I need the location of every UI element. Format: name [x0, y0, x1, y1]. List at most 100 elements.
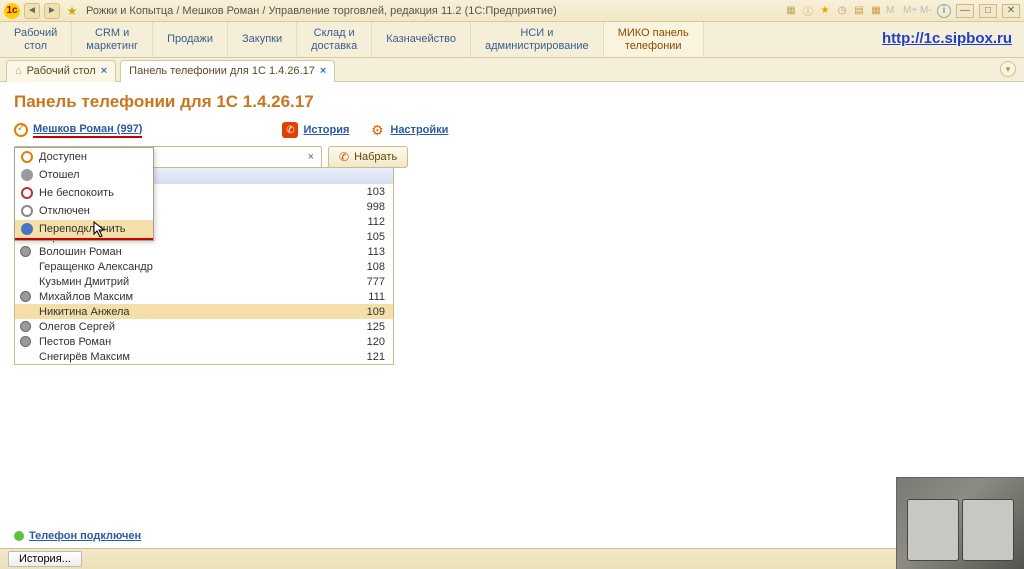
clear-icon[interactable]: ×	[305, 151, 317, 163]
page-content: Панель телефонии для 1С 1.4.26.17 Мешков…	[0, 82, 1024, 548]
contact-number: 120	[333, 336, 393, 348]
presence-cell	[15, 261, 35, 272]
titlebar-tools: ▦ ⓘ ★ ◷ ▤ ▦ M M+ M- i — □ ✕	[784, 4, 1020, 18]
tab-telephony-panel[interactable]: Панель телефонии для 1С 1.4.26.17 ×	[120, 60, 335, 82]
main-nav: Рабочий стол CRM и маркетинг Продажи Зак…	[0, 22, 1024, 58]
tabs-bar: ⌂ Рабочий стол × Панель телефонии для 1С…	[0, 58, 1024, 82]
tab-desktop-label: Рабочий стол	[27, 65, 96, 77]
away-dot-icon	[21, 169, 33, 181]
presence-cell	[15, 351, 35, 362]
table-row[interactable]: Геращенко Александр108	[15, 259, 393, 274]
nav-treasury[interactable]: Казначейство	[372, 22, 471, 57]
nav-telephony[interactable]: МИКО панель телефонии	[604, 22, 704, 57]
current-user-link[interactable]: Мешков Роман (997)	[33, 123, 142, 138]
presence-cell	[15, 291, 35, 302]
status-menu: Доступен Отошел Не беспокоить Отключен П…	[14, 147, 154, 241]
settings-chunk[interactable]: ⚙ Настройки	[369, 122, 448, 138]
contact-name: Волошин Роман	[35, 246, 333, 258]
contact-name: Геращенко Александр	[35, 261, 333, 273]
contact-number: 998	[333, 201, 393, 213]
nav-sales[interactable]: Продажи	[153, 22, 228, 57]
table-row[interactable]: Никитина Анжела109	[15, 304, 393, 319]
online-dot-icon	[14, 531, 24, 541]
user-status-chunk[interactable]: Мешков Роман (997) Доступен Отошел Не бе…	[14, 123, 142, 138]
window-titlebar: 1c ◄ ► ★ Рожки и Копытца / Мешков Роман …	[0, 0, 1024, 22]
bottom-bar: История...	[0, 548, 1024, 569]
nav-purchases[interactable]: Закупки	[228, 22, 297, 57]
star2-icon[interactable]: ★	[818, 4, 832, 18]
ip-phone-photo	[896, 477, 1024, 569]
tabs-dropdown-icon[interactable]: ▾	[1000, 61, 1016, 77]
offline-dot-icon	[21, 205, 33, 217]
close-button[interactable]: ✕	[1002, 4, 1020, 18]
calendar-icon[interactable]: ▦	[869, 4, 883, 18]
connection-status[interactable]: Телефон подключен	[14, 530, 141, 542]
phone-icon: ✆	[339, 150, 349, 164]
presence-icon	[20, 246, 31, 257]
status-available-icon	[14, 123, 28, 137]
history-icon: ✆	[282, 122, 298, 138]
status-reconnect[interactable]: Переподключить	[15, 220, 153, 238]
calc-icon[interactable]: ▤	[852, 4, 866, 18]
presence-icon	[20, 321, 31, 332]
connection-status-label: Телефон подключен	[29, 530, 141, 542]
presence-cell	[15, 246, 35, 257]
table-row[interactable]: Олегов Сергей125	[15, 319, 393, 334]
forward-icon[interactable]: ►	[44, 3, 60, 19]
status-available[interactable]: Доступен	[15, 148, 153, 166]
gear-icon: ⚙	[369, 122, 385, 138]
contact-number: 113	[333, 246, 393, 258]
settings-link[interactable]: Настройки	[390, 124, 448, 136]
tab-desktop-close[interactable]: ×	[101, 65, 107, 77]
table-row[interactable]: Пестов Роман120	[15, 334, 393, 349]
status-away[interactable]: Отошел	[15, 166, 153, 184]
info-icon[interactable]: ⓘ	[801, 4, 815, 18]
nav-nsi[interactable]: НСИ и администрирование	[471, 22, 604, 57]
desktop-tab-icon: ⌂	[15, 65, 22, 77]
presence-cell	[15, 306, 35, 317]
contact-number: 125	[333, 321, 393, 333]
contact-name: Михайлов Максим	[35, 291, 333, 303]
nav-warehouse[interactable]: Склад и доставка	[297, 22, 372, 57]
dnd-dot-icon	[21, 187, 33, 199]
red-underline-bottom	[15, 238, 153, 240]
m-icon[interactable]: M	[886, 5, 900, 16]
contact-name: Кузьмин Дмитрий	[35, 276, 333, 288]
contact-number: 108	[333, 261, 393, 273]
sipbox-link[interactable]: http://1c.sipbox.ru	[870, 22, 1024, 57]
table-row[interactable]: Михайлов Максим111	[15, 289, 393, 304]
minimize-button[interactable]: —	[956, 4, 974, 18]
history-chunk[interactable]: ✆ История	[282, 122, 349, 138]
dial-button[interactable]: ✆ Набрать	[328, 146, 408, 168]
status-offline[interactable]: Отключен	[15, 202, 153, 220]
tab-telephony-close[interactable]: ×	[320, 65, 326, 77]
back-icon[interactable]: ◄	[24, 3, 40, 19]
reconnect-icon	[21, 223, 33, 235]
favorite-icon[interactable]: ★	[64, 4, 80, 18]
m-plus-icon[interactable]: M+	[903, 5, 917, 16]
contact-number: 105	[333, 231, 393, 243]
presence-cell	[15, 321, 35, 332]
status-dnd[interactable]: Не беспокоить	[15, 184, 153, 202]
table-row[interactable]: Волошин Роман113	[15, 244, 393, 259]
contact-name: Олегов Сергей	[35, 321, 333, 333]
table-row[interactable]: Кузьмин Дмитрий777	[15, 274, 393, 289]
table-row[interactable]: Снегирёв Максим121	[15, 349, 393, 364]
contact-number: 121	[333, 351, 393, 363]
maximize-button[interactable]: □	[979, 4, 997, 18]
presence-cell	[15, 336, 35, 347]
contact-number: 111	[333, 291, 393, 303]
nav-desktop[interactable]: Рабочий стол	[0, 22, 72, 57]
grid-icon[interactable]: ▦	[784, 4, 798, 18]
tab-desktop[interactable]: ⌂ Рабочий стол ×	[6, 60, 116, 82]
history-bottom-button[interactable]: История...	[8, 551, 82, 567]
search-dial-row: × ✆ Набрать	[14, 146, 1010, 168]
page-title: Панель телефонии для 1С 1.4.26.17	[14, 92, 1010, 112]
clock-icon[interactable]: ◷	[835, 4, 849, 18]
nav-crm[interactable]: CRM и маркетинг	[72, 22, 153, 57]
tab-telephony-label: Панель телефонии для 1С 1.4.26.17	[129, 65, 315, 77]
m-minus-icon[interactable]: M-	[920, 5, 934, 16]
presence-icon	[20, 336, 31, 347]
history-link[interactable]: История	[303, 124, 349, 136]
help-icon[interactable]: i	[937, 4, 951, 18]
